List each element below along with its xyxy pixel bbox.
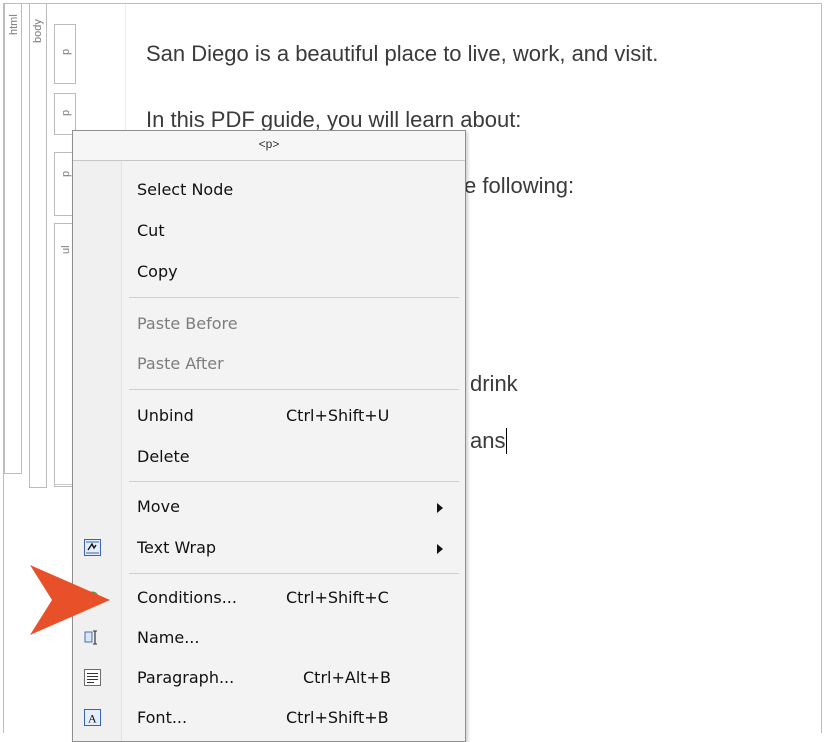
doc-list-item-drink[interactable]: drink	[470, 371, 518, 397]
pointer-arrow-icon	[30, 565, 110, 635]
menu-item-text-wrap[interactable]: Text Wrap	[73, 530, 465, 566]
menu-separator	[129, 481, 459, 482]
menu-item-label: Conditions...	[137, 588, 237, 607]
menu-item-font[interactable]: A Font... Ctrl+Shift+B	[73, 700, 465, 736]
menu-item-select-node[interactable]: Select Node	[73, 172, 465, 208]
doc-paragraph-3[interactable]: e following:	[464, 173, 574, 199]
paragraph-icon	[84, 669, 101, 686]
menu-item-shortcut: Ctrl+Alt+B	[303, 668, 391, 687]
text-caret	[506, 428, 508, 454]
menu-item-label: Cut	[137, 221, 165, 240]
structure-bar-body-label: body	[32, 19, 44, 43]
menu-item-label: Paragraph...	[137, 668, 235, 687]
menu-separator	[129, 389, 459, 390]
svg-text:A: A	[88, 712, 97, 726]
menu-item-label: Move	[137, 497, 180, 516]
submenu-arrow-icon	[437, 503, 443, 513]
menu-item-unbind[interactable]: Unbind Ctrl+Shift+U	[73, 398, 465, 434]
menu-separator	[129, 573, 459, 574]
menu-item-paragraph[interactable]: Paragraph... Ctrl+Alt+B	[73, 660, 465, 696]
menu-item-label: Paste Before	[137, 314, 238, 333]
menu-item-shortcut: Ctrl+Shift+U	[286, 406, 390, 425]
structure-bar-p1[interactable]: p	[54, 24, 76, 84]
menu-item-label: Select Node	[137, 180, 234, 199]
menu-item-label: Name...	[137, 628, 200, 647]
text-wrap-icon	[84, 539, 101, 556]
structure-bar-ul-label: ul	[60, 245, 72, 254]
doc-list-item-ans-text: ans	[470, 428, 506, 453]
menu-item-delete[interactable]: Delete	[73, 439, 465, 475]
submenu-arrow-icon	[437, 544, 443, 554]
menu-item-label: Font...	[137, 708, 188, 727]
doc-list-item-ans[interactable]: ans	[470, 428, 508, 454]
menu-item-label: Text Wrap	[137, 538, 217, 557]
doc-paragraph-1[interactable]: San Diego is a beautiful place to live, …	[146, 41, 658, 67]
structure-bar-html[interactable]: html	[4, 4, 22, 474]
menu-item-label: Delete	[137, 447, 190, 466]
menu-item-label: Unbind	[137, 406, 194, 425]
menu-item-cut[interactable]: Cut	[73, 213, 465, 249]
structure-bar-p2-label: p	[60, 109, 72, 116]
menu-item-name[interactable]: Name...	[73, 620, 465, 656]
menu-item-copy[interactable]: Copy	[73, 254, 465, 290]
menu-item-paste-before: Paste Before	[73, 306, 465, 342]
structure-bar-p3-label: p	[60, 170, 72, 177]
menu-separator	[129, 297, 459, 298]
font-icon: A	[84, 709, 101, 726]
structure-bar-p1-label: p	[60, 48, 72, 55]
menu-item-paste-after: Paste After	[73, 346, 465, 382]
menu-item-shortcut: Ctrl+Shift+B	[286, 708, 389, 727]
structure-bar-html-label: html	[8, 14, 20, 35]
menu-item-move[interactable]: Move	[73, 489, 465, 525]
context-menu: <p> Select Node Cut Copy Paste Before Pa…	[72, 130, 466, 742]
structure-bar-p2[interactable]: p	[54, 93, 76, 135]
menu-item-label: Copy	[137, 262, 178, 281]
menu-item-shortcut: Ctrl+Shift+C	[286, 588, 389, 607]
menu-item-label: Paste After	[137, 354, 224, 373]
context-menu-header: <p>	[73, 131, 465, 161]
menu-item-conditions[interactable]: Conditions... Ctrl+Shift+C	[73, 580, 465, 616]
structure-bar-body[interactable]: body	[29, 4, 47, 488]
